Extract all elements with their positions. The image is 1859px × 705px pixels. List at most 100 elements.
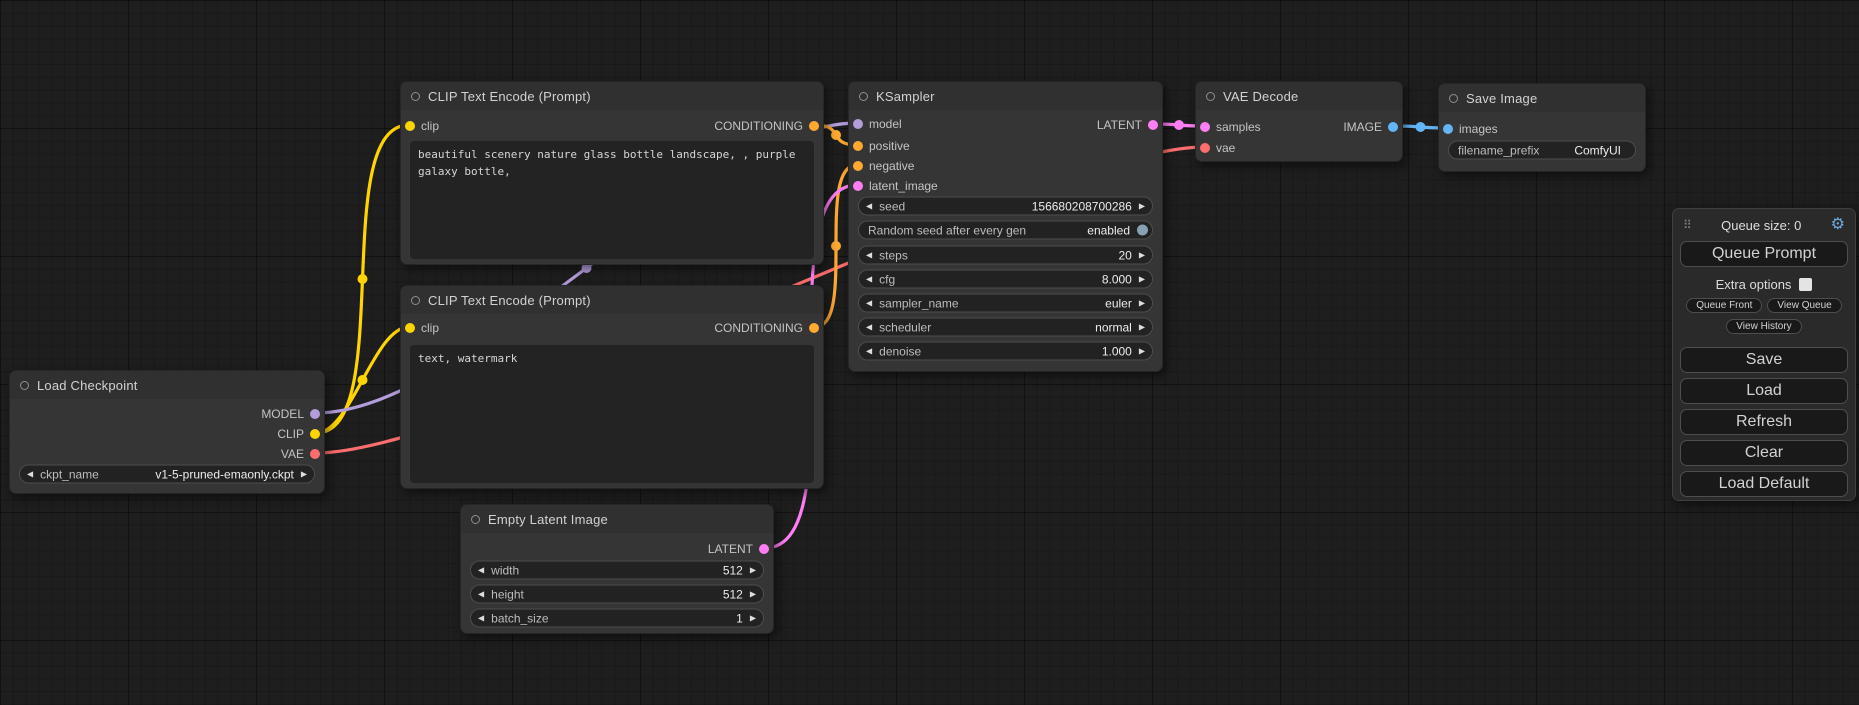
decrement-arrow-icon[interactable]: ◀: [866, 299, 872, 307]
output-slot-vae[interactable]: VAE: [281, 445, 320, 463]
clear-button[interactable]: Clear: [1680, 440, 1848, 466]
decrement-arrow-icon[interactable]: ◀: [866, 251, 872, 259]
seed-widget[interactable]: ◀ seed 156680208700286 ▶: [858, 197, 1153, 216]
settings-gear-icon[interactable]: ⚙: [1831, 217, 1845, 233]
image-slot-dot[interactable]: [1443, 124, 1453, 134]
scheduler-widget[interactable]: ◀ scheduler normal ▶: [858, 318, 1153, 337]
input-slot-clip[interactable]: clip: [405, 117, 439, 135]
increment-arrow-icon[interactable]: ▶: [1139, 299, 1145, 307]
input-slot-latent-image[interactable]: latent_image: [853, 177, 938, 195]
node-clip-text-encode-positive[interactable]: CLIP Text Encode (Prompt) clip CONDITION…: [400, 81, 824, 265]
height-widget[interactable]: ◀ height 512 ▶: [470, 585, 764, 604]
sampler-name-widget[interactable]: ◀ sampler_name euler ▶: [858, 294, 1153, 313]
denoise-widget[interactable]: ◀ denoise 1.000 ▶: [858, 342, 1153, 361]
load-button[interactable]: Load: [1680, 378, 1848, 404]
link-midpoint-dot[interactable]: [1416, 122, 1426, 132]
output-slot-latent[interactable]: LATENT: [708, 540, 769, 558]
clip-slot-dot[interactable]: [405, 121, 415, 131]
vae-slot-dot[interactable]: [310, 449, 320, 459]
node-vae-decode[interactable]: VAE Decode samples vae IMAGE: [1195, 81, 1403, 162]
node-title-bar[interactable]: KSampler: [849, 82, 1162, 110]
decrement-arrow-icon[interactable]: ◀: [478, 566, 484, 574]
ckpt-name-widget[interactable]: ◀ ckpt_name v1-5-pruned-emaonly.ckpt ▶: [19, 465, 315, 484]
node-ksampler[interactable]: KSampler model positive negative latent_…: [848, 81, 1163, 372]
node-load-checkpoint[interactable]: Load Checkpoint MODEL CLIP VAE ◀ ckpt_na…: [9, 370, 325, 494]
increment-arrow-icon[interactable]: ▶: [750, 614, 756, 622]
latent-slot-dot[interactable]: [1148, 120, 1158, 130]
node-empty-latent-image[interactable]: Empty Latent Image LATENT ◀ width 512 ▶ …: [460, 504, 774, 634]
increment-arrow-icon[interactable]: ▶: [1139, 251, 1145, 259]
clip-slot-dot[interactable]: [405, 323, 415, 333]
node-graph-canvas[interactable]: Load Checkpoint MODEL CLIP VAE ◀ ckpt_na…: [0, 0, 1859, 705]
node-title-bar[interactable]: Save Image: [1439, 84, 1645, 112]
view-queue-button[interactable]: View Queue: [1767, 298, 1841, 313]
view-history-button[interactable]: View History: [1726, 319, 1801, 334]
node-title-bar[interactable]: VAE Decode: [1196, 82, 1402, 110]
input-slot-images[interactable]: images: [1443, 120, 1498, 138]
vae-slot-dot[interactable]: [1200, 143, 1210, 153]
refresh-button[interactable]: Refresh: [1680, 409, 1848, 435]
input-slot-clip[interactable]: clip: [405, 319, 439, 337]
model-slot-dot[interactable]: [853, 119, 863, 129]
decrement-arrow-icon[interactable]: ◀: [866, 202, 872, 210]
node-title-bar[interactable]: CLIP Text Encode (Prompt): [401, 286, 823, 314]
node-clip-text-encode-negative[interactable]: CLIP Text Encode (Prompt) clip CONDITION…: [400, 285, 824, 489]
positive-prompt-textarea[interactable]: beautiful scenery nature glass bottle la…: [410, 141, 814, 259]
conditioning-slot-dot[interactable]: [809, 121, 819, 131]
increment-arrow-icon[interactable]: ▶: [750, 590, 756, 598]
node-title-bar[interactable]: CLIP Text Encode (Prompt): [401, 82, 823, 110]
output-slot-latent[interactable]: LATENT: [1097, 116, 1158, 134]
latent-slot-dot[interactable]: [1200, 122, 1210, 132]
queue-front-button[interactable]: Queue Front: [1686, 298, 1762, 313]
toggle-knob-icon[interactable]: [1137, 225, 1148, 236]
output-slot-clip[interactable]: CLIP: [277, 425, 320, 443]
latent-slot-dot[interactable]: [853, 181, 863, 191]
latent-slot-dot[interactable]: [759, 544, 769, 554]
decrement-arrow-icon[interactable]: ◀: [866, 275, 872, 283]
decrement-arrow-icon[interactable]: ◀: [478, 614, 484, 622]
queue-prompt-button[interactable]: Queue Prompt: [1680, 241, 1848, 267]
decrement-arrow-icon[interactable]: ◀: [27, 470, 33, 478]
extra-options-checkbox[interactable]: [1799, 278, 1812, 291]
link-midpoint-dot[interactable]: [1174, 120, 1184, 130]
link-midpoint-dot[interactable]: [831, 241, 841, 251]
output-slot-conditioning[interactable]: CONDITIONING: [714, 117, 819, 135]
decrement-arrow-icon[interactable]: ◀: [866, 347, 872, 355]
steps-widget[interactable]: ◀ steps 20 ▶: [858, 246, 1153, 265]
output-slot-model[interactable]: MODEL: [261, 405, 320, 423]
node-save-image[interactable]: Save Image images filename_prefix ComfyU…: [1438, 83, 1646, 172]
model-slot-dot[interactable]: [310, 409, 320, 419]
clip-slot-dot[interactable]: [310, 429, 320, 439]
filename-prefix-widget[interactable]: filename_prefix ComfyUI: [1448, 141, 1636, 160]
save-button[interactable]: Save: [1680, 347, 1848, 373]
random-seed-toggle-widget[interactable]: Random seed after every gen enabled: [858, 221, 1153, 240]
increment-arrow-icon[interactable]: ▶: [750, 566, 756, 574]
conditioning-slot-dot[interactable]: [853, 161, 863, 171]
decrement-arrow-icon[interactable]: ◀: [866, 323, 872, 331]
link-midpoint-dot[interactable]: [358, 375, 368, 385]
input-slot-vae[interactable]: vae: [1200, 139, 1235, 157]
image-slot-dot[interactable]: [1388, 122, 1398, 132]
output-slot-image[interactable]: IMAGE: [1343, 118, 1398, 136]
cfg-widget[interactable]: ◀ cfg 8.000 ▶: [858, 270, 1153, 289]
node-title-bar[interactable]: Load Checkpoint: [10, 371, 324, 399]
link-midpoint-dot[interactable]: [831, 130, 841, 140]
output-slot-conditioning[interactable]: CONDITIONING: [714, 319, 819, 337]
increment-arrow-icon[interactable]: ▶: [1139, 275, 1145, 283]
width-widget[interactable]: ◀ width 512 ▶: [470, 561, 764, 580]
negative-prompt-textarea[interactable]: text, watermark: [410, 345, 814, 483]
increment-arrow-icon[interactable]: ▶: [1139, 323, 1145, 331]
node-title-bar[interactable]: Empty Latent Image: [461, 505, 773, 533]
input-slot-negative[interactable]: negative: [853, 157, 914, 175]
conditioning-slot-dot[interactable]: [853, 141, 863, 151]
increment-arrow-icon[interactable]: ▶: [1139, 202, 1145, 210]
input-slot-samples[interactable]: samples: [1200, 118, 1261, 136]
drag-handle-icon[interactable]: ⠿: [1683, 219, 1692, 231]
batch-size-widget[interactable]: ◀ batch_size 1 ▶: [470, 609, 764, 628]
link-midpoint-dot[interactable]: [358, 274, 368, 284]
input-slot-model[interactable]: model: [853, 115, 902, 133]
conditioning-slot-dot[interactable]: [809, 323, 819, 333]
increment-arrow-icon[interactable]: ▶: [1139, 347, 1145, 355]
load-default-button[interactable]: Load Default: [1680, 471, 1848, 497]
increment-arrow-icon[interactable]: ▶: [301, 470, 307, 478]
